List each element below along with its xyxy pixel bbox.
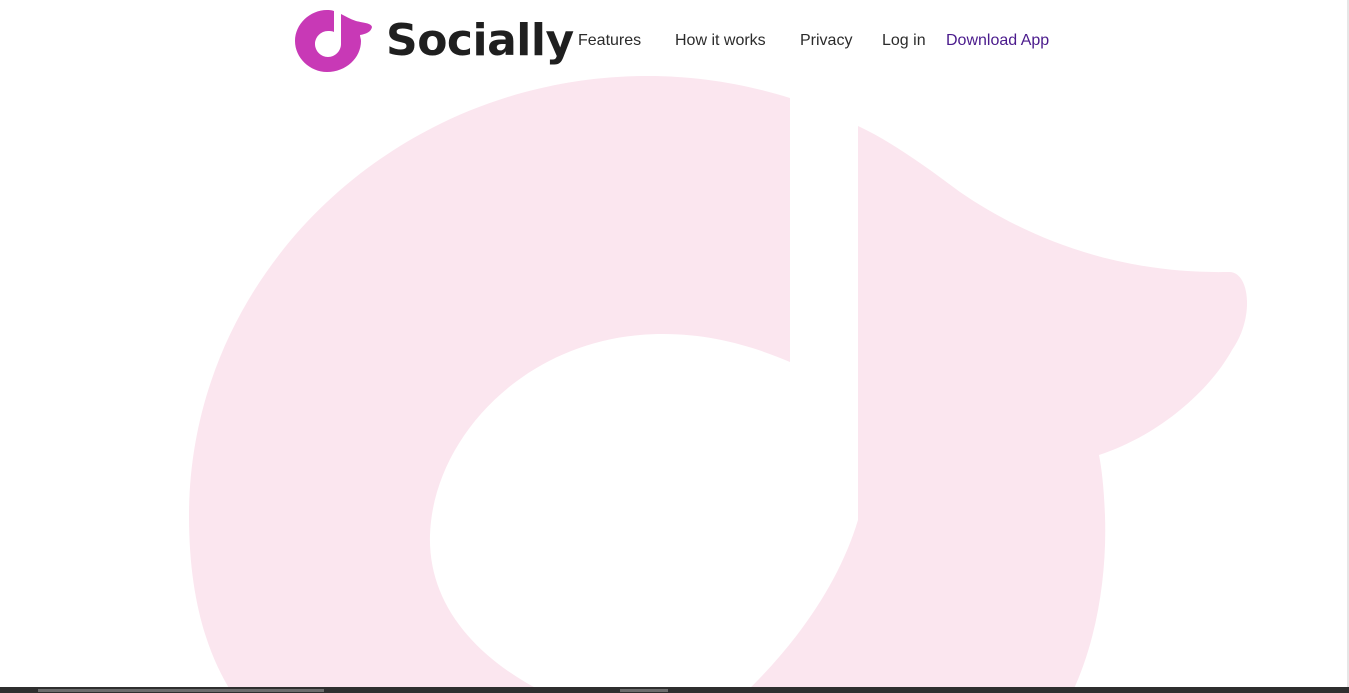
brand-home-link[interactable]: Socially <box>294 8 574 74</box>
brand-name: Socially <box>386 15 574 66</box>
nav-link-how-it-works[interactable]: How it works <box>675 32 766 50</box>
nav-link-download-app[interactable]: Download App <box>946 32 1049 50</box>
music-note-bubble-logo-icon <box>295 10 372 72</box>
nav-link-features[interactable]: Features <box>578 32 641 50</box>
hero-logo-shape <box>189 76 1248 693</box>
nav-link-login[interactable]: Log in <box>882 32 926 50</box>
scroll-thumb-secondary[interactable] <box>620 689 668 692</box>
bottom-scroll-strip <box>0 687 1349 693</box>
hero-logo-background <box>189 76 1248 693</box>
top-navbar: Socially Features How it works Privacy L… <box>0 0 1349 82</box>
landing-page: Socially Features How it works Privacy L… <box>0 0 1349 693</box>
nav-link-privacy[interactable]: Privacy <box>800 32 852 50</box>
scroll-thumb[interactable] <box>38 689 324 692</box>
